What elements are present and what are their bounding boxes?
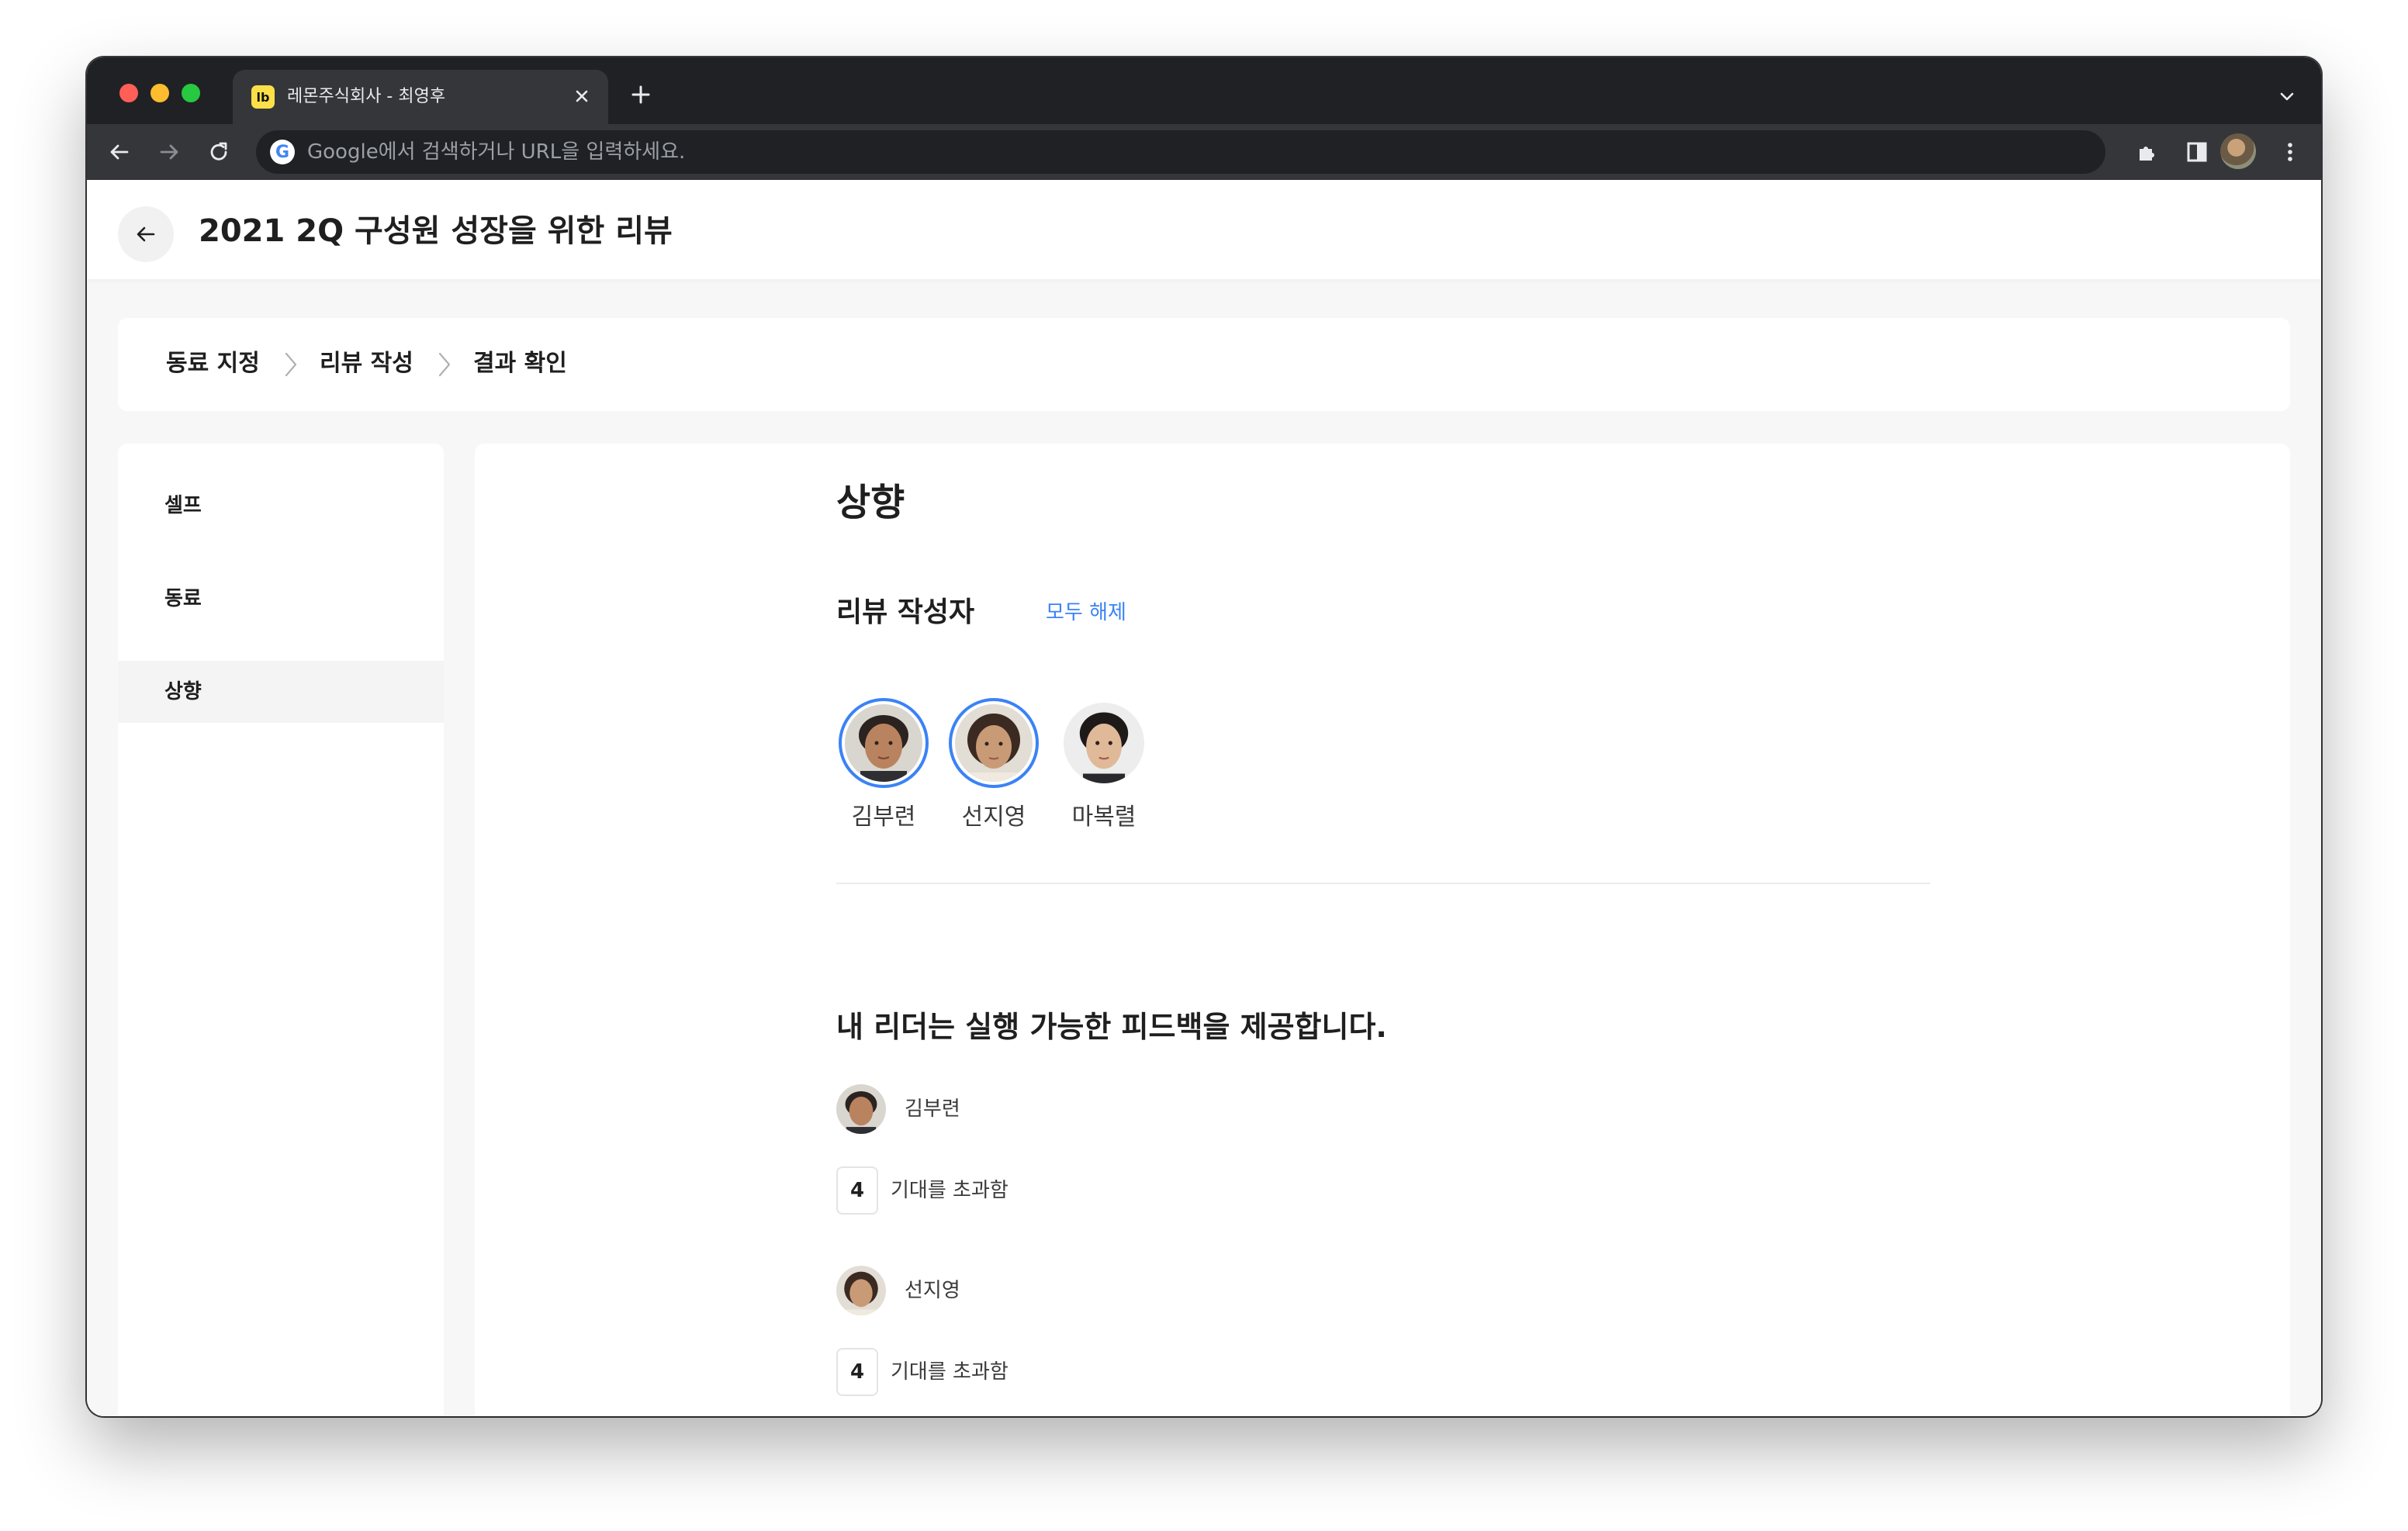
page-title: 2021 2Q 구성원 성장을 위한 리뷰 [199,213,673,249]
maximize-window-button[interactable] [182,84,200,102]
profile-avatar[interactable] [2220,133,2256,169]
progress-stepper: 동료 지정 리뷰 작성 결과 확인 [118,318,2290,411]
puzzle-icon [2140,147,2154,161]
forward-nav-button[interactable] [154,137,185,168]
reviewers-heading: 리뷰 작성자 [836,596,975,628]
step-peer-assign[interactable]: 동료 지정 [166,346,260,382]
avatar [839,698,929,788]
kebab-menu-icon [2288,143,2292,161]
divider [836,883,1930,884]
score-badge: 4 [836,1348,878,1396]
reload-icon [210,142,227,161]
answer-author-name: 선지영 [905,1279,960,1302]
review-type-sidebar: 셀프 동료 상향 [118,444,444,1416]
new-tab-icon[interactable] [627,81,655,109]
sidebar-item-upward[interactable]: 상향 [118,661,444,723]
reviewer-chip[interactable]: 마복렬 [1054,698,1154,835]
score-label: 기대를 초과함 [891,1179,1009,1202]
reviewer-name: 김부련 [851,804,916,831]
google-icon: G [270,140,295,164]
extensions-button[interactable] [2132,137,2163,168]
browser-tab[interactable]: lb 레몬주식회사 - 최영후 [233,70,608,124]
answer-author-name: 김부련 [905,1097,960,1121]
avatar [1059,698,1149,788]
address-bar[interactable]: G [256,130,2105,174]
step-write-review[interactable]: 리뷰 작성 [320,346,413,382]
back-button[interactable] [118,206,174,262]
tab-close-icon[interactable] [569,84,594,109]
browser-menu-button[interactable] [2275,137,2306,168]
arrow-left-icon [137,226,155,242]
person-face-icon [955,704,1033,782]
app-header: 2021 2Q 구성원 성장을 위한 리뷰 [87,180,2321,279]
reviewer-name: 마복렬 [1071,804,1137,831]
address-input[interactable] [307,130,2076,174]
clear-all-link[interactable]: 모두 해제 [1046,597,1126,628]
main-content: 상향 리뷰 작성자 모두 해제 김부련 선지영 마복렬 내 리더는 실행 가능한… [475,444,2290,1416]
reviewer-chip[interactable]: 선지영 [943,698,1044,835]
person-face-icon [845,704,922,782]
back-nav-button[interactable] [104,137,135,168]
arrow-left-icon [110,144,129,160]
person-face-icon [1064,703,1144,783]
avatar [949,698,1039,788]
step-view-results[interactable]: 결과 확인 [473,346,567,382]
sidebar-item-self[interactable]: 셀프 [118,475,444,537]
browser-window: lb 레몬주식회사 - 최영후 G Google에서 검색하거나 URL을 입력… [87,57,2321,1416]
question-text: 내 리더는 실행 가능한 피드백을 제공합니다. [836,1010,1387,1044]
close-window-button[interactable] [119,84,138,102]
arrow-right-icon [160,144,178,160]
chevron-down-icon[interactable] [2276,85,2298,107]
tab-strip: lb 레몬주식회사 - 최영후 [87,57,2321,124]
reviewer-name: 선지영 [961,804,1026,831]
side-panel-icon [2187,142,2207,162]
side-panel-button[interactable] [2181,137,2213,168]
reload-button[interactable] [203,137,234,168]
site-favicon-icon: lb [251,85,275,109]
chevron-right-icon [285,352,297,377]
score-badge: 4 [836,1166,878,1215]
reviewer-chip[interactable]: 김부련 [833,698,934,835]
chevron-right-icon [438,352,451,377]
section-title: 상향 [836,481,905,524]
web-page: 2021 2Q 구성원 성장을 위한 리뷰 동료 지정 리뷰 작성 결과 확인 … [87,180,2321,1416]
avatar [836,1084,886,1134]
sidebar-item-peer[interactable]: 동료 [118,568,444,630]
tab-title: 레몬주식회사 - 최영후 [287,87,446,106]
avatar [836,1266,886,1315]
score-label: 기대를 초과함 [891,1360,1009,1384]
minimize-window-button[interactable] [150,84,169,102]
browser-toolbar: G [87,124,2321,180]
